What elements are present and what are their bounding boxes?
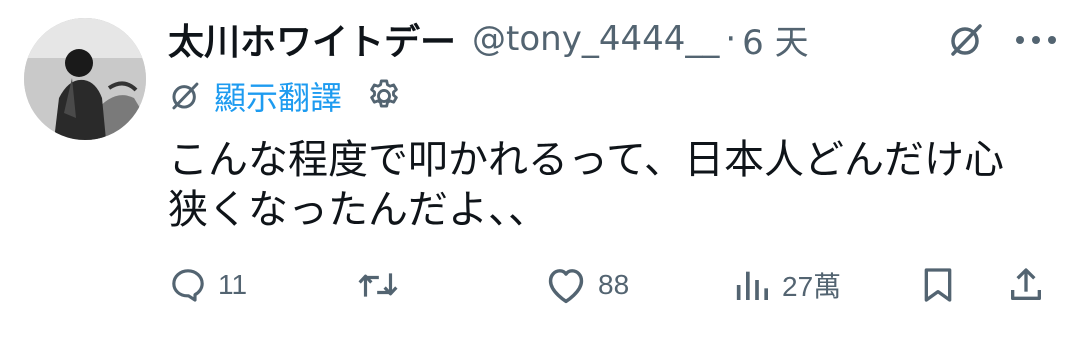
share-button[interactable] (1006, 262, 1046, 308)
bookmark-button[interactable] (918, 262, 958, 308)
views-button[interactable]: 27萬 (732, 262, 841, 308)
grok-icon[interactable] (944, 18, 988, 62)
like-count: 88 (598, 269, 630, 300)
avatar[interactable] (24, 18, 146, 140)
tweet-text: こんな程度で叩かれるって、日本人どんだけ心 狭くなったんだよ、、 (168, 135, 1068, 235)
tweet-header: 太川ホワイトデー @tony_4444__ · 6 天 (168, 14, 809, 64)
reply-icon (172, 269, 204, 302)
heart-icon (548, 269, 584, 304)
views-icon (736, 271, 768, 300)
repost-button[interactable] (356, 262, 410, 308)
like-button[interactable]: 88 (544, 262, 629, 308)
gear-icon[interactable] (364, 76, 404, 116)
translate-row: 顯示翻譯 (168, 74, 404, 118)
reply-button[interactable]: 11 (168, 262, 247, 308)
repost-icon (358, 273, 398, 297)
reply-count: 11 (218, 269, 248, 300)
display-name[interactable]: 太川ホワイトデー (168, 13, 456, 65)
show-translation-link[interactable]: 顯示翻譯 (214, 73, 342, 119)
share-icon (1011, 268, 1041, 300)
avatar-image (24, 18, 146, 140)
translate-icon (168, 79, 202, 113)
timestamp[interactable]: 6 天 (742, 15, 808, 64)
views-count: 27萬 (782, 271, 842, 302)
tweet-text-line: 狭くなったんだよ、、 (168, 187, 548, 233)
separator-dot: · (725, 19, 737, 59)
tweet-text-line: こんな程度で叩かれるって、日本人どんだけ心 (168, 137, 1004, 183)
bookmark-icon (924, 268, 952, 302)
more-options-button[interactable] (1010, 20, 1062, 60)
user-handle[interactable]: @tony_4444__ (472, 19, 719, 59)
more-dots-icon (1016, 36, 1056, 44)
